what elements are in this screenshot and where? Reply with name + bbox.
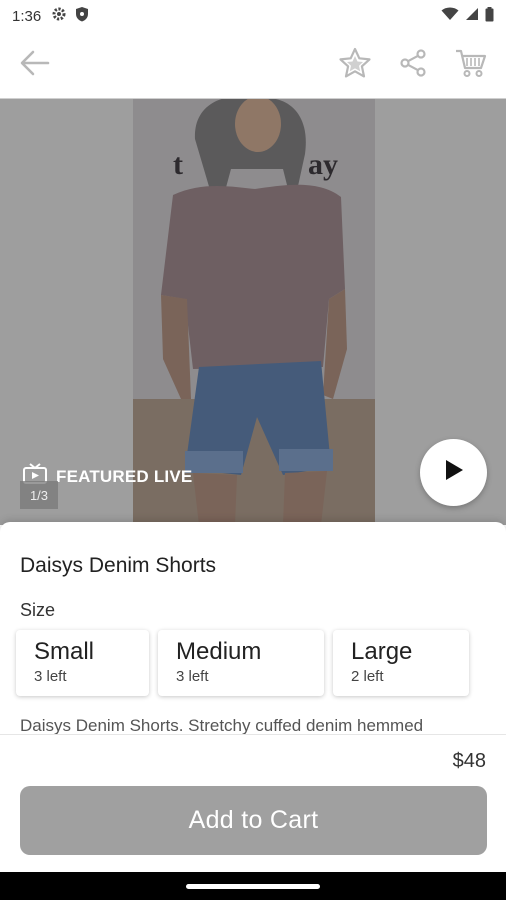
arrow-left-icon bbox=[20, 50, 50, 81]
divider bbox=[0, 734, 506, 735]
shield-icon bbox=[75, 6, 89, 26]
add-to-cart-button[interactable]: Add to Cart bbox=[20, 786, 487, 855]
product-media[interactable]: t ay FEATURED LIVE 1/3 bbox=[0, 99, 506, 525]
size-name: Small bbox=[34, 638, 95, 665]
status-time: 1:36 bbox=[12, 7, 42, 25]
size-label: Size bbox=[20, 600, 56, 620]
share-button[interactable] bbox=[394, 46, 432, 84]
play-icon bbox=[443, 458, 465, 487]
size-stock: 3 left bbox=[176, 668, 209, 685]
battery-icon bbox=[485, 6, 494, 26]
size-option-small[interactable]: Small 3 left bbox=[16, 630, 149, 696]
cart-button[interactable] bbox=[452, 46, 490, 84]
star-outline-icon bbox=[338, 47, 372, 84]
size-name: Large bbox=[351, 638, 413, 665]
image-page-indicator: 1/3 bbox=[20, 481, 58, 509]
product-photo: t ay bbox=[133, 99, 375, 525]
size-stock: 3 left bbox=[34, 668, 67, 685]
home-gesture-handle[interactable] bbox=[186, 884, 320, 889]
gear-icon bbox=[51, 6, 67, 26]
system-nav-bar bbox=[0, 872, 506, 900]
product-sheet: Daisys Denim Shorts Size Small 3 left Me… bbox=[0, 522, 506, 872]
share-icon bbox=[399, 48, 427, 82]
featured-live-label: FEATURED LIVE bbox=[56, 466, 193, 486]
play-button[interactable] bbox=[420, 439, 487, 506]
size-option-medium[interactable]: Medium 3 left bbox=[158, 630, 324, 696]
size-stock: 2 left bbox=[351, 668, 384, 685]
product-price: $48 bbox=[452, 750, 486, 772]
size-option-large[interactable]: Large 2 left bbox=[333, 630, 469, 696]
size-options: Small 3 left Medium 3 left Large 2 left bbox=[16, 630, 469, 696]
cart-icon bbox=[455, 48, 487, 83]
back-button[interactable] bbox=[16, 46, 54, 84]
app-bar bbox=[0, 32, 506, 99]
favorite-button[interactable] bbox=[336, 46, 374, 84]
status-bar: 1:36 bbox=[0, 0, 506, 32]
size-name: Medium bbox=[176, 638, 262, 665]
signal-icon bbox=[465, 7, 479, 25]
svg-text:ay: ay bbox=[308, 148, 338, 181]
product-description: Daisys Denim Shorts. Stretchy cuffed den… bbox=[20, 716, 424, 735]
product-title: Daisys Denim Shorts bbox=[20, 554, 217, 577]
wifi-icon bbox=[441, 7, 459, 25]
svg-text:t: t bbox=[173, 148, 183, 181]
